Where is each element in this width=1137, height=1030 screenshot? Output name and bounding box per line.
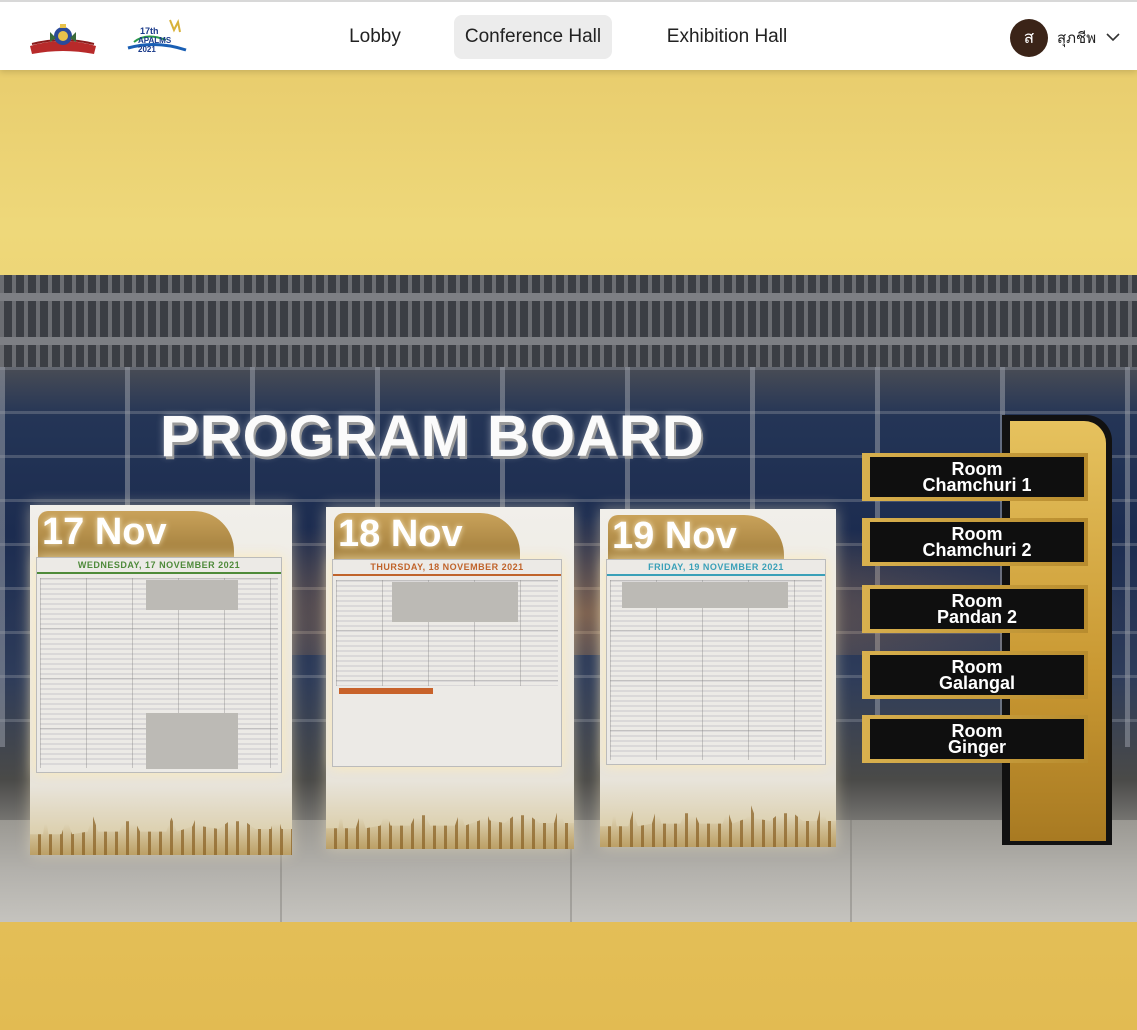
program-board-19-nov[interactable]: 19 Nov FRIDAY, 19 NOVEMBER 2021: [600, 509, 836, 847]
schedule-break-cell: [146, 713, 238, 769]
schedule-heading: THURSDAY, 18 NOVEMBER 2021: [333, 560, 561, 576]
program-board-18-nov[interactable]: 18 Nov THURSDAY, 18 NOVEMBER 2021: [326, 507, 574, 849]
nav-lobby[interactable]: Lobby: [334, 15, 416, 59]
program-board-17-nov[interactable]: 17 Nov WEDNESDAY, 17 NOVEMBER 2021: [30, 505, 292, 855]
schedule-break-cell: [392, 582, 518, 622]
schedule-heading: WEDNESDAY, 17 NOVEMBER 2021: [37, 558, 281, 574]
schedule-sheet[interactable]: WEDNESDAY, 17 NOVEMBER 2021: [36, 557, 282, 773]
society-logo[interactable]: [28, 22, 98, 56]
floor-seam: [850, 820, 852, 922]
room-label-line2: Galangal: [938, 673, 1016, 693]
chevron-down-icon[interactable]: [1104, 28, 1122, 46]
room-ginger-button[interactable]: Room Ginger: [862, 715, 1088, 763]
thai-skyline-decoration: [30, 810, 292, 855]
program-board-scene: PROGRAM BOARD 17 Nov WEDNESDAY, 17 NOVEM…: [0, 275, 1137, 922]
room-label: Room Galangal: [870, 655, 1084, 695]
schedule-grid: [336, 580, 558, 686]
room-label: Room Pandan 2: [870, 589, 1084, 629]
board-date-label: 18 Nov: [338, 513, 463, 555]
schedule-highlight-row: [339, 688, 433, 694]
room-chamchuri-1-button[interactable]: Room Chamchuri 1: [862, 453, 1088, 501]
ceiling-beam: [0, 293, 1137, 301]
thai-skyline-decoration: [600, 802, 836, 847]
schedule-sheet[interactable]: FRIDAY, 19 NOVEMBER 2021: [606, 559, 826, 765]
user-name[interactable]: สุภชีพ: [1057, 26, 1096, 50]
top-navigation-bar: 17th APALMS 2021 Lobby Conference Hall E…: [0, 0, 1137, 70]
logo-edition-text: 17th: [140, 26, 159, 36]
room-pandan-2-button[interactable]: Room Pandan 2: [862, 585, 1088, 633]
schedule-grid: [40, 578, 278, 769]
schedule-break-cell: [622, 582, 788, 608]
schedule-heading: FRIDAY, 19 NOVEMBER 2021: [607, 560, 825, 576]
nav-conference-hall[interactable]: Conference Hall: [454, 15, 612, 59]
room-label-line2: Pandan 2: [936, 607, 1018, 627]
board-date-label: 19 Nov: [612, 515, 737, 557]
nav-exhibition-hall[interactable]: Exhibition Hall: [650, 15, 804, 59]
ceiling-beam: [0, 337, 1137, 345]
room-label: Room Chamchuri 2: [870, 522, 1084, 562]
logo-name-text: APALMS 2021: [138, 36, 172, 54]
thai-skyline-decoration: [326, 804, 574, 849]
schedule-grid: [610, 580, 822, 760]
room-label: Room Chamchuri 1: [870, 457, 1084, 497]
program-board-title: PROGRAM BOARD: [160, 404, 705, 469]
room-galangal-button[interactable]: Room Galangal: [862, 651, 1088, 699]
schedule-break-cell: [146, 580, 238, 610]
apalms-2021-logo[interactable]: 17th APALMS 2021: [126, 18, 190, 56]
schedule-sheet[interactable]: THURSDAY, 18 NOVEMBER 2021: [332, 559, 562, 767]
user-avatar[interactable]: ส: [1010, 19, 1048, 57]
room-label-line2: Ginger: [947, 737, 1006, 757]
room-label-line2: Chamchuri 1: [922, 475, 1032, 495]
room-label-line2: Chamchuri 2: [922, 540, 1032, 560]
room-label: Room Ginger: [870, 719, 1084, 759]
room-chamchuri-2-button[interactable]: Room Chamchuri 2: [862, 518, 1088, 566]
board-date-label: 17 Nov: [42, 511, 167, 553]
ceiling: [0, 275, 1137, 367]
